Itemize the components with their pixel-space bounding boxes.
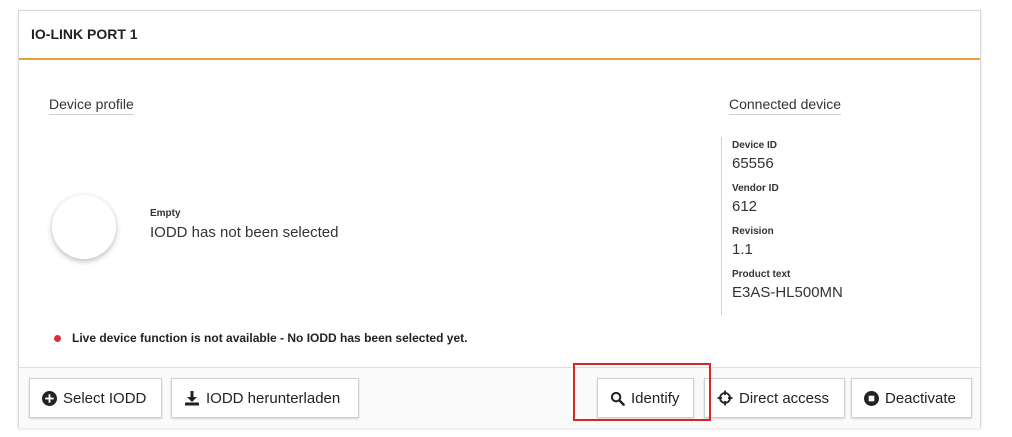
field-label: Revision [732, 226, 774, 237]
identify-highlight-box [573, 363, 711, 421]
live-function-notice: Live device function is not available - … [54, 331, 467, 345]
product-text-field: Product text E3AS-HL500MN [732, 266, 932, 304]
action-bar: Select IODD IODD herunterladen Identify [19, 367, 980, 428]
deactivate-button[interactable]: Deactivate [851, 378, 972, 418]
download-iodd-label: IODD herunterladen [206, 389, 341, 407]
field-label: Product text [732, 269, 791, 280]
select-iodd-label: Select IODD [63, 389, 147, 407]
device-id-field: Device ID 65556 [732, 137, 932, 175]
connected-device-title: Connected device [729, 96, 842, 115]
plus-circle-icon [42, 390, 57, 406]
device-profile-title: Device profile [49, 96, 134, 115]
direct-access-label: Direct access [739, 389, 830, 407]
field-value: 612 [732, 198, 758, 215]
card-title: IO-LINK PORT 1 [19, 11, 980, 60]
stop-circle-icon [864, 390, 879, 406]
crosshair-icon [717, 390, 733, 406]
field-label: Vendor ID [732, 183, 779, 194]
download-iodd-button[interactable]: IODD herunterladen [171, 378, 359, 418]
connected-device-info: Device ID 65556 Vendor ID 612 Revision 1… [721, 137, 932, 315]
device-profile-avatar [52, 195, 116, 259]
profile-status-label: Empty [150, 208, 181, 219]
deactivate-label: Deactivate [885, 389, 956, 407]
revision-field: Revision 1.1 [732, 223, 932, 261]
field-label: Device ID [732, 140, 778, 151]
status-dot-icon [54, 334, 61, 342]
field-value: E3AS-HL500MN [732, 284, 843, 301]
profile-status-value: IODD has not been selected [150, 224, 339, 241]
field-value: 1.1 [732, 241, 753, 258]
field-value: 65556 [732, 155, 774, 172]
direct-access-button[interactable]: Direct access [704, 378, 845, 418]
notice-text: Live device function is not available - … [72, 331, 468, 345]
io-link-port-card: IO-LINK PORT 1 Device profile Connected … [18, 10, 981, 428]
select-iodd-button[interactable]: Select IODD [29, 378, 162, 418]
download-icon [185, 391, 199, 406]
vendor-id-field: Vendor ID 612 [732, 180, 932, 218]
